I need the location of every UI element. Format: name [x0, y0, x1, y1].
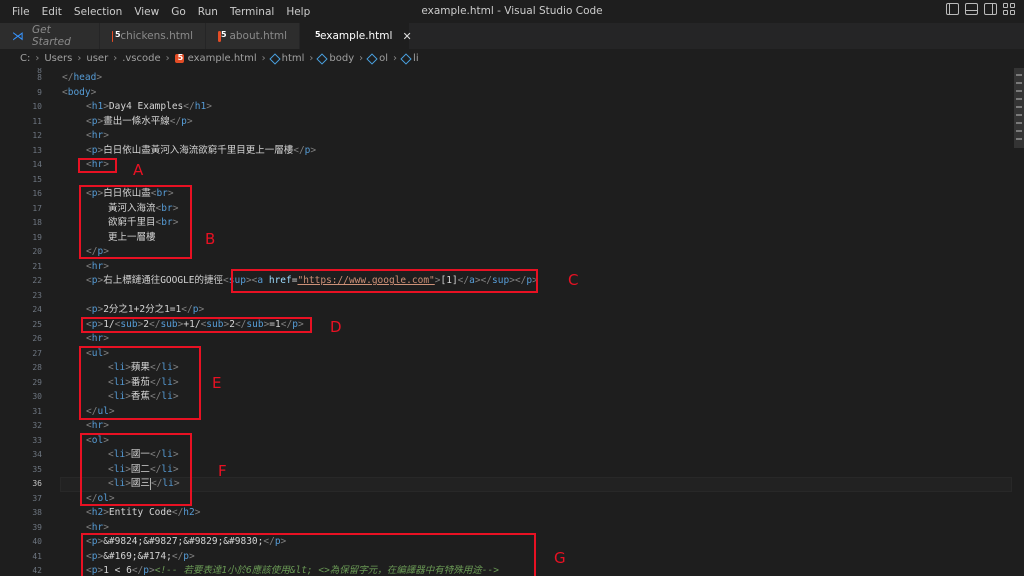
menu-edit[interactable]: Edit — [36, 6, 68, 18]
close-icon[interactable]: ✕ — [402, 30, 411, 43]
annotation-label-d: D — [330, 318, 342, 336]
tab-chickens[interactable]: chickens.html — [100, 23, 206, 49]
code-line: 11 <p>畫出一條水平線</p> — [32, 115, 193, 127]
annotation-box-f — [80, 433, 192, 506]
annotation-box-b — [79, 185, 192, 259]
code-editor[interactable]: 8 8 </head> 9 <body> 10 <h1>Day4 Examples</… — [0, 68, 1014, 576]
annotation-box-a — [78, 158, 117, 173]
code-line: 10 <h1>Day4 Examples</h1> — [32, 101, 212, 112]
editor-tabs: ⋊ Get Started chickens.html about.html e… — [0, 23, 1024, 49]
annotation-label-e: E — [212, 374, 222, 392]
breadcrumb-item[interactable]: body — [329, 53, 354, 64]
breadcrumb-item[interactable]: example.html — [188, 53, 257, 64]
layout-controls — [946, 3, 1016, 15]
customize-layout-icon[interactable] — [1003, 3, 1016, 15]
code-line: 38 <h2>Entity Code</h2> — [32, 507, 201, 518]
code-line: 9 <body> — [37, 86, 97, 98]
code-line: 12 <hr> — [32, 130, 109, 141]
annotation-label-f: F — [218, 462, 227, 480]
annotation-label-a: A — [133, 161, 144, 179]
breadcrumb-item[interactable]: li — [413, 53, 419, 64]
element-icon — [268, 52, 281, 65]
annotation-label-g: G — [554, 549, 566, 567]
code-line: 32 <hr> — [32, 420, 109, 431]
code-line: 14 <hr> — [32, 159, 109, 170]
html5-icon — [218, 30, 228, 42]
annotation-box-c — [231, 269, 538, 293]
annotation-box-g — [81, 533, 536, 576]
vscode-icon: ⋊ — [12, 29, 24, 43]
breadcrumb-item[interactable]: C: — [20, 53, 30, 64]
element-icon — [366, 52, 378, 65]
menu-bar: File Edit Selection View Go Run Terminal… — [0, 6, 316, 18]
menu-file[interactable]: File — [6, 6, 36, 18]
tab-label: example.html — [320, 30, 393, 42]
breadcrumb-item[interactable]: html — [282, 53, 305, 64]
annotation-box-d — [81, 317, 312, 333]
scroll-thumb[interactable] — [1014, 68, 1024, 148]
tab-example[interactable]: example.html ✕ — [300, 23, 412, 49]
breadcrumb: C:› Users› user› .vscode› example.html› … — [0, 49, 1024, 68]
menu-run[interactable]: Run — [192, 6, 224, 18]
code-line: 13 <p>白日依山盡黃河入海流欲窮千里目更上一層樓</p> — [32, 144, 317, 156]
title-bar: File Edit Selection View Go Run Terminal… — [0, 0, 1024, 23]
annotation-label-b: B — [205, 230, 216, 248]
tab-label: chickens.html — [120, 30, 193, 42]
tab-label: about.html — [229, 30, 287, 42]
toggle-panel-icon[interactable] — [965, 3, 978, 15]
breadcrumb-item[interactable]: ol — [379, 53, 388, 64]
annotation-label-c: C — [568, 271, 579, 289]
html5-icon — [174, 53, 184, 63]
breadcrumb-item[interactable]: Users — [44, 53, 72, 64]
menu-help[interactable]: Help — [280, 6, 316, 18]
tab-about[interactable]: about.html — [206, 23, 300, 49]
code-line: 26 <hr> — [32, 333, 109, 344]
element-icon — [400, 52, 412, 65]
annotation-box-e — [79, 346, 201, 420]
vertical-scrollbar[interactable] — [1014, 68, 1024, 576]
code-line: 24 <p>2分之1+2分之1=1</p> — [32, 304, 205, 315]
code-line: 8 </head> — [37, 72, 103, 83]
element-icon — [316, 52, 329, 65]
breadcrumb-item[interactable]: .vscode — [122, 53, 160, 64]
tab-get-started[interactable]: ⋊ Get Started — [0, 23, 100, 49]
breadcrumb-item[interactable]: user — [86, 53, 108, 64]
menu-view[interactable]: View — [128, 6, 165, 18]
menu-selection[interactable]: Selection — [68, 6, 128, 18]
toggle-primary-sidebar-icon[interactable] — [946, 3, 959, 15]
toggle-secondary-sidebar-icon[interactable] — [984, 3, 997, 15]
menu-terminal[interactable]: Terminal — [224, 6, 280, 18]
menu-go[interactable]: Go — [165, 6, 192, 18]
tab-label: Get Started — [32, 24, 71, 48]
